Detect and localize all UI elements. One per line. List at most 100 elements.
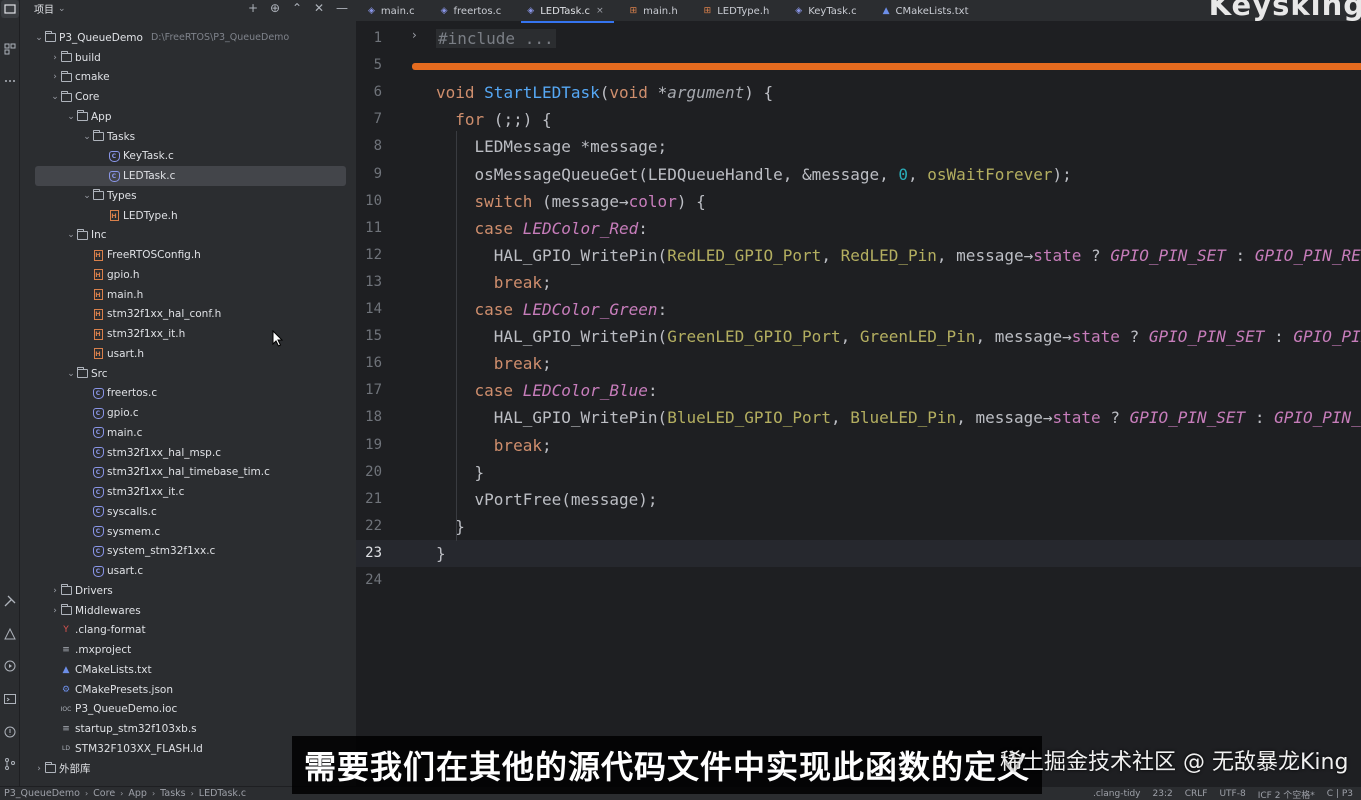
chevron-right-icon[interactable]: › <box>50 606 60 616</box>
tree-item[interactable]: Hstm32f1xx_it.h <box>20 324 356 344</box>
close-icon[interactable]: × <box>596 6 604 16</box>
line-number: 1 <box>373 30 382 46</box>
tree-item[interactable]: C KeyTask.c <box>20 147 356 167</box>
code-line: } <box>436 459 485 486</box>
folder-icon <box>92 189 104 201</box>
code-token: for <box>455 110 485 130</box>
problems-icon[interactable] <box>1 625 19 643</box>
tree-item-label: LEDType.h <box>123 209 178 222</box>
tree-item[interactable]: › Drivers <box>20 581 356 601</box>
status-item[interactable]: .clang-tidy <box>1093 789 1141 799</box>
code-token: switch <box>474 191 533 211</box>
chevron-right-icon[interactable]: › <box>50 586 60 596</box>
chevron-down-icon[interactable]: ⌄ <box>58 4 66 14</box>
tree-item[interactable]: C LEDTask.c <box>35 166 346 186</box>
status-item[interactable]: CRLF <box>1185 789 1208 799</box>
tab-label: freertos.c <box>453 5 502 17</box>
tree-item[interactable]: Hmain.h <box>20 285 356 305</box>
tab-main-h[interactable]: ⊞ main.h <box>618 0 692 22</box>
git-icon[interactable] <box>1 755 19 773</box>
terminal-icon[interactable] <box>1 690 19 708</box>
breadcrumb-item[interactable]: Core <box>93 788 115 799</box>
tree-item[interactable]: Cfreertos.c <box>20 384 356 404</box>
structure-icon[interactable] <box>1 40 19 58</box>
chevron-down-icon[interactable]: ⌄ <box>50 92 60 102</box>
tab-freertos-c[interactable]: ◈ freertos.c <box>429 0 516 22</box>
tab-ledtask-c[interactable]: ◈ LEDTask.c × <box>515 0 617 23</box>
status-item[interactable]: ICF 2 个空格* <box>1258 788 1315 800</box>
code-token: ) { <box>744 83 774 103</box>
tree-item-label: Drivers <box>75 584 113 597</box>
chevron-down-icon[interactable]: ⌄ <box>66 369 76 379</box>
status-item[interactable]: C | P3 <box>1327 789 1353 799</box>
tab-main-c[interactable]: ◈ main.c <box>356 0 429 22</box>
folder-icon <box>60 604 72 616</box>
tab-cmakelists-txt[interactable]: ▲ CMakeLists.txt <box>871 0 983 22</box>
tree-item-label: App <box>91 110 112 123</box>
chevron-down-icon[interactable]: ⌄ <box>34 33 44 43</box>
tree-item-label: Middlewares <box>75 604 141 617</box>
fold-expand-icon[interactable]: › <box>412 28 422 42</box>
tree-item[interactable]: Csyscalls.c <box>20 502 356 522</box>
minimize-icon[interactable]: — <box>336 1 348 15</box>
add-icon[interactable]: + <box>248 1 258 15</box>
tree-item[interactable]: H LEDType.h <box>20 206 356 226</box>
tree-item[interactable]: ≡ .mxproject <box>20 640 356 660</box>
tree-item[interactable]: Csysmem.c <box>20 522 356 542</box>
breadcrumb-item[interactable]: LEDTask.c <box>199 788 246 799</box>
tree-item[interactable]: ⚙ CMakePresets.json <box>20 680 356 700</box>
build-tools-icon[interactable] <box>1 592 19 610</box>
more-icon[interactable] <box>1 72 19 90</box>
breadcrumb-item[interactable]: App <box>128 788 147 799</box>
tree-item[interactable]: Hstm32f1xx_hal_conf.h <box>20 305 356 325</box>
tree-item[interactable]: H FreeRTOSConfig.h <box>20 245 356 265</box>
tree-item[interactable]: Csystem_stm32f1xx.c <box>20 542 356 562</box>
tree-item[interactable]: Y .clang-format <box>20 621 356 641</box>
tree-item[interactable]: ⌄ Core <box>20 87 356 107</box>
tree-item[interactable]: › cmake <box>20 68 356 88</box>
tree-item[interactable]: IOC P3_QueueDemo.ioc <box>20 700 356 720</box>
tree-item[interactable]: ⌄ Inc <box>20 226 356 246</box>
chevron-right-icon[interactable]: › <box>50 53 60 63</box>
tab-ledtype-h[interactable]: ⊞ LEDType.h <box>692 0 784 22</box>
chevron-right-icon[interactable]: › <box>34 764 44 774</box>
chevron-down-icon[interactable]: ⌄ <box>82 132 92 142</box>
tree-item[interactable]: ⌄ Tasks <box>20 127 356 147</box>
breadcrumb-item[interactable]: P3_QueueDemo <box>4 788 80 799</box>
tree-item[interactable]: › build <box>20 48 356 68</box>
chevron-down-icon[interactable]: ⌄ <box>66 230 76 240</box>
notifications-icon[interactable] <box>1 723 19 741</box>
close-icon[interactable]: ✕ <box>314 1 324 15</box>
run-icon[interactable] <box>1 657 19 675</box>
tree-item[interactable]: Cusart.c <box>20 561 356 581</box>
tree-item-label: P3_QueueDemo.ioc <box>75 703 178 716</box>
tree-item[interactable]: Hgpio.h <box>20 265 356 285</box>
code-editor[interactable]: 1 5 6 7 8 9 10 11 12 13 14 15 16 17 18 19 20 21 22 23 24 #in… <box>356 23 1361 786</box>
status-item[interactable]: UTF-8 <box>1219 789 1245 799</box>
chevron-down-icon[interactable]: ⌄ <box>66 112 76 122</box>
tree-item[interactable]: Cstm32f1xx_hal_msp.c <box>20 443 356 463</box>
project-view-icon[interactable] <box>1 0 19 18</box>
tree-item[interactable]: Cstm32f1xx_hal_timebase_tim.c <box>20 463 356 483</box>
tab-keytask-c[interactable]: ◈ KeyTask.c <box>783 0 870 22</box>
project-panel-header[interactable]: 项目 ⌄ + ⊕ ⌃ ✕ — <box>20 0 356 17</box>
tree-item[interactable]: Husart.h <box>20 344 356 364</box>
tree-item[interactable]: Cstm32f1xx_it.c <box>20 482 356 502</box>
editor-tabs: ◈ main.c ◈ freertos.c ◈ LEDTask.c × ⊞ main.h ⊞ LED… <box>356 0 1361 23</box>
tree-item[interactable]: Cmain.c <box>20 423 356 443</box>
code-line: osMessageQueueGet(LEDQueueHandle, &messa… <box>436 161 1072 188</box>
tree-item[interactable]: › Middlewares <box>20 601 356 621</box>
tree-item[interactable]: ⌄ P3_QueueDemo D:\FreeRTOS\P3_QueueDemo <box>20 28 356 48</box>
code-token: ( <box>599 83 610 103</box>
tree-item[interactable]: ⌄ App <box>20 107 356 127</box>
locate-icon[interactable]: ⊕ <box>270 1 280 15</box>
expand-collapse-icon[interactable]: ⌃ <box>292 1 302 15</box>
tree-item[interactable]: ⌄ Types <box>20 186 356 206</box>
tree-item[interactable]: ▲ CMakeLists.txt <box>20 660 356 680</box>
status-item[interactable]: 23:2 <box>1153 789 1173 799</box>
chevron-right-icon[interactable]: › <box>50 72 60 82</box>
tree-item[interactable]: ⌄ Src <box>20 364 356 384</box>
chevron-down-icon[interactable]: ⌄ <box>82 191 92 201</box>
breadcrumb-item[interactable]: Tasks <box>160 788 185 799</box>
tree-item[interactable]: Cgpio.c <box>20 403 356 423</box>
